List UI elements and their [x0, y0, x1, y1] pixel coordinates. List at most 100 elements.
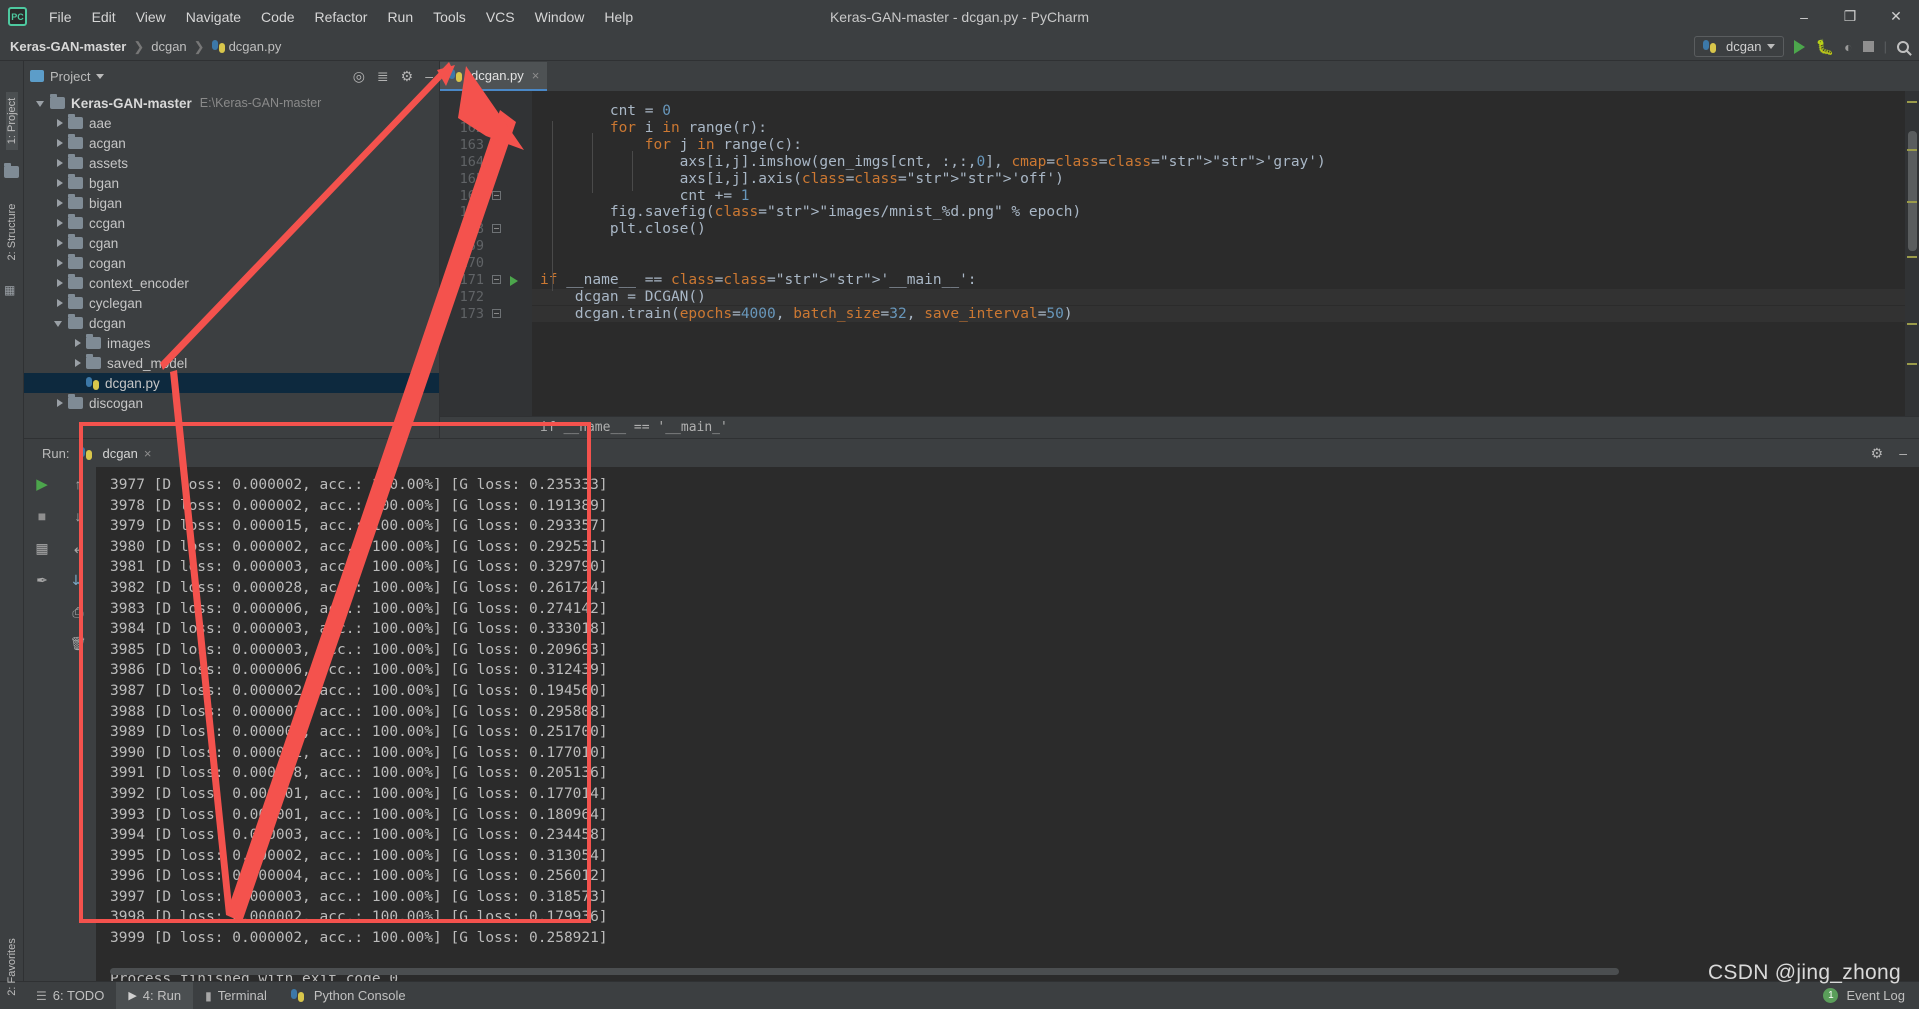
code-line[interactable]: cnt += 1	[540, 188, 750, 204]
status-tab-todo[interactable]: ☰ 6: TODO	[24, 982, 116, 1009]
print-layout-icon[interactable]: ▦	[33, 539, 51, 557]
code-line[interactable]: for i in range(r):	[540, 120, 767, 136]
locate-icon[interactable]: ◎	[353, 69, 365, 83]
chevron-right-icon[interactable]	[54, 218, 65, 229]
tree-row-bgan[interactable]: bgan	[24, 173, 439, 193]
sidebar-tab-structure[interactable]: 2: Structure	[6, 195, 18, 269]
chevron-right-icon[interactable]	[54, 158, 65, 169]
run-hide-icon[interactable]: –	[1899, 446, 1907, 460]
code-fold-icon[interactable]	[492, 308, 501, 318]
status-tab-run[interactable]: ▶ 4: Run	[116, 981, 194, 1009]
chevron-down-icon[interactable]	[36, 98, 47, 109]
code-fold-icon[interactable]	[492, 275, 501, 284]
collapse-all-icon[interactable]: ≣	[377, 69, 389, 83]
status-tab-event-log[interactable]: Event Log	[1846, 988, 1905, 1003]
warning-marker[interactable]	[1907, 323, 1917, 325]
warning-marker[interactable]	[1907, 363, 1917, 365]
sidebar-tab-project[interactable]: 1: Project	[6, 92, 18, 150]
chevron-right-icon[interactable]	[54, 258, 65, 269]
tree-row-discogan[interactable]: discogan	[24, 393, 439, 413]
breadcrumb-folder[interactable]: dcgan	[151, 39, 186, 54]
run-configuration-selector[interactable]: dcgan	[1694, 36, 1785, 57]
warning-marker[interactable]	[1907, 101, 1917, 103]
chevron-right-icon[interactable]	[72, 338, 83, 349]
tree-row-dcgan[interactable]: dcgan	[24, 313, 439, 333]
down-stack-icon[interactable]: ↓	[69, 507, 87, 525]
tree-row-images[interactable]: images	[24, 333, 439, 353]
chevron-right-icon[interactable]	[54, 198, 65, 209]
close-run-tab-icon[interactable]: ×	[144, 446, 152, 461]
stop-icon[interactable]: ■	[33, 507, 51, 525]
menu-tools[interactable]: Tools	[423, 6, 476, 28]
menu-help[interactable]: Help	[594, 6, 643, 28]
hide-icon[interactable]: –	[425, 69, 433, 83]
console-horizontal-scrollbar[interactable]	[110, 968, 1619, 975]
code-line[interactable]: if __name__ == class=class="str">"str">'…	[540, 272, 977, 288]
status-tab-terminal[interactable]: ▮ Terminal	[193, 982, 279, 1009]
tree-row-saved-model[interactable]: saved_model	[24, 353, 439, 373]
up-stack-icon[interactable]: ↑	[69, 475, 87, 493]
chevron-right-icon[interactable]	[54, 238, 65, 249]
chevron-right-icon[interactable]	[54, 138, 65, 149]
line-number-gutter[interactable]: 161 162 163 164 165 166 167 168 169 170 171 172 173	[440, 91, 532, 416]
code-line[interactable]: dcgan = DCGAN()	[532, 288, 1919, 305]
project-view-chevron-icon[interactable]	[96, 73, 105, 79]
editor-scrollbar[interactable]	[1905, 91, 1919, 416]
code-fold-icon[interactable]	[492, 122, 501, 132]
debug-icon[interactable]: 🐛	[1815, 38, 1834, 56]
menu-run[interactable]: Run	[377, 6, 423, 28]
print-icon[interactable]: ⎙	[69, 603, 87, 621]
chevron-right-icon[interactable]	[72, 358, 83, 369]
breadcrumb-file[interactable]: dcgan.py	[229, 39, 282, 54]
run-icon[interactable]	[1794, 39, 1806, 54]
menu-navigate[interactable]: Navigate	[176, 6, 251, 28]
tree-row-keras-gan-master[interactable]: Keras-GAN-master E:\Keras-GAN-master	[24, 93, 439, 113]
scroll-to-end-icon[interactable]: ⇊	[69, 571, 87, 589]
status-tab-python-console[interactable]: Python Console	[279, 982, 418, 1009]
menu-edit[interactable]: Edit	[82, 6, 126, 28]
breadcrumb-project[interactable]: Keras-GAN-master	[10, 39, 126, 54]
code-line[interactable]: dcgan.train(epochs=4000, batch_size=32, …	[532, 305, 1919, 322]
close-tab-icon[interactable]: ×	[532, 68, 540, 83]
stop-icon[interactable]	[1862, 41, 1874, 52]
chevron-right-icon[interactable]	[54, 178, 65, 189]
tree-row-cgan[interactable]: cgan	[24, 233, 439, 253]
code-line[interactable]: for j in range(c):	[540, 137, 802, 153]
menu-vcs[interactable]: VCS	[476, 6, 525, 28]
tree-row-bigan[interactable]: bigan	[24, 193, 439, 213]
warning-marker[interactable]	[1907, 201, 1917, 203]
code-fold-icon[interactable]	[492, 224, 501, 234]
tree-row-assets[interactable]: assets	[24, 153, 439, 173]
gear-icon[interactable]: ⚙	[401, 69, 414, 83]
run-settings-gear-icon[interactable]: ⚙	[1871, 446, 1884, 460]
code-line[interactable]: cnt = 0	[540, 103, 671, 119]
search-everywhere-icon[interactable]	[1897, 40, 1909, 53]
code-area[interactable]: 161 162 163 164 165 166 167 168 169 170 171 172 173 …	[440, 91, 1919, 416]
menu-file[interactable]: File	[39, 6, 82, 28]
warning-marker[interactable]	[1907, 149, 1917, 151]
maximize-icon[interactable]: ❐	[1827, 0, 1873, 33]
tree-row-dcgan-py[interactable]: dcgan.py	[24, 373, 439, 393]
project-tree[interactable]: Keras-GAN-master E:\Keras-GAN-master aae ac…	[24, 91, 439, 438]
code-line[interactable]: fig.savefig(class="str">"images/mnist_%d…	[540, 204, 1081, 220]
warning-marker[interactable]	[1907, 256, 1917, 258]
tree-row-aae[interactable]: aae	[24, 113, 439, 133]
tree-row-ccgan[interactable]: ccgan	[24, 213, 439, 233]
soft-wrap-icon[interactable]: ↲	[69, 539, 87, 557]
tree-row-cogan[interactable]: cogan	[24, 253, 439, 273]
menu-refactor[interactable]: Refactor	[305, 6, 378, 28]
code-fold-icon[interactable]	[492, 139, 501, 149]
code-line[interactable]: axs[i,j].axis(class=class="str">"str">'o…	[540, 171, 1064, 187]
run-tab-dcgan[interactable]: dcgan ×	[79, 446, 151, 461]
chevron-right-icon[interactable]	[54, 298, 65, 309]
code-line[interactable]: plt.close()	[540, 221, 706, 237]
rerun-icon[interactable]: ▶	[33, 475, 51, 493]
menu-window[interactable]: Window	[525, 6, 595, 28]
run-with-coverage-icon[interactable]: ◐	[1844, 39, 1852, 55]
minimize-icon[interactable]: –	[1781, 0, 1827, 33]
tree-row-acgan[interactable]: acgan	[24, 133, 439, 153]
pin-icon[interactable]: ✒	[33, 571, 51, 589]
run-console-output[interactable]: 3977 [D loss: 0.000002, acc.: 100.00%] […	[96, 467, 1919, 981]
tree-row-context-encoder[interactable]: context_encoder	[24, 273, 439, 293]
chevron-down-icon[interactable]	[54, 318, 65, 329]
